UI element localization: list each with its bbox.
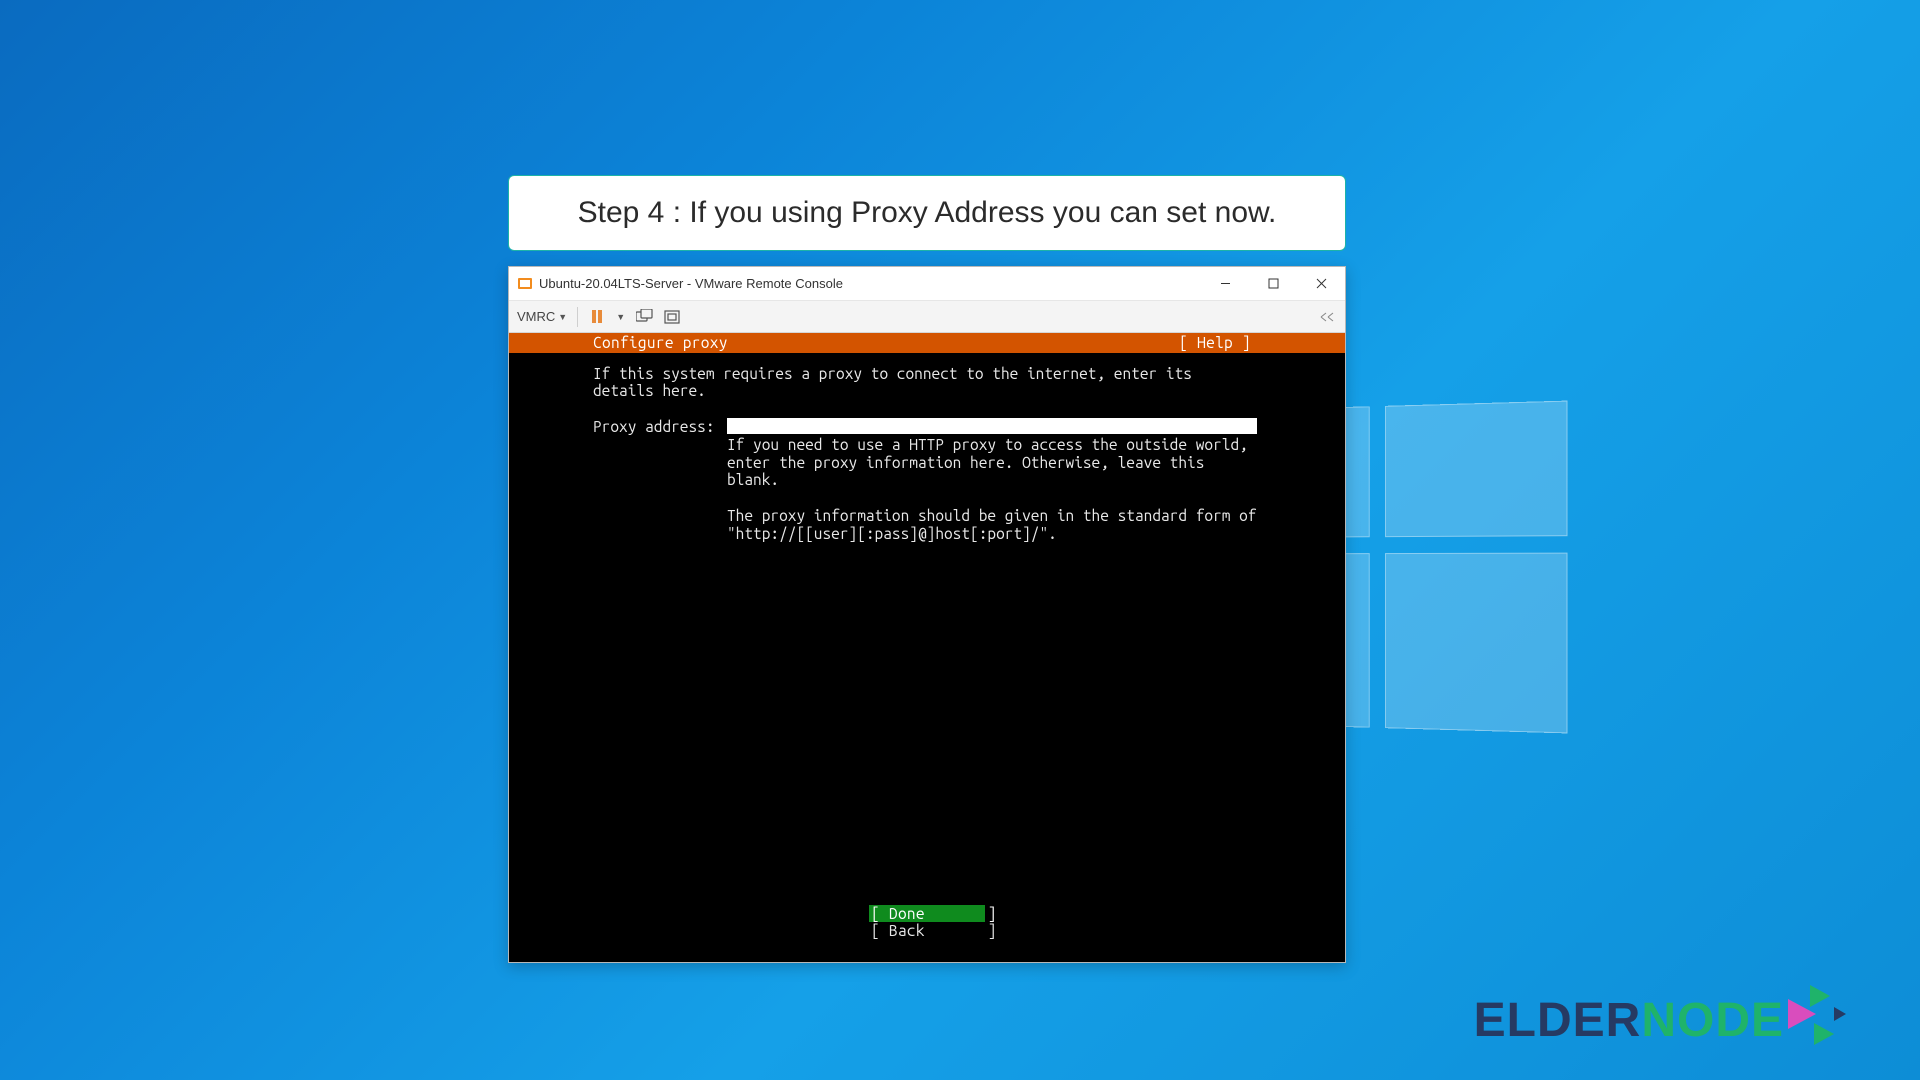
send-ctrl-alt-del-button[interactable]: [635, 308, 653, 326]
eldernode-watermark: Eldernode: [1474, 993, 1858, 1048]
installer-title: Configure proxy: [509, 334, 728, 352]
brand-part1: Elder: [1474, 993, 1642, 1048]
proxy-address-row: Proxy address: If you need to use a HTTP…: [593, 418, 1261, 560]
proxy-address-input[interactable]: [727, 418, 1257, 434]
connection-indicator-icon[interactable]: [1319, 308, 1337, 326]
vmrc-menu-label: VMRC: [517, 309, 555, 324]
chevron-down-icon[interactable]: ▼: [616, 312, 625, 322]
close-button[interactable]: [1297, 267, 1345, 301]
vmware-remote-console-window: Ubuntu-20.04LTS-Server - VMware Remote C…: [508, 266, 1346, 963]
help-button[interactable]: [ Help ]: [1179, 334, 1345, 352]
instruction-text: If this system requires a proxy to conne…: [593, 365, 1261, 400]
window-titlebar[interactable]: Ubuntu-20.04LTS-Server - VMware Remote C…: [509, 267, 1345, 301]
window-controls: [1201, 267, 1345, 301]
brand-play-icon: [1788, 993, 1858, 1048]
back-button[interactable]: [ Back ]: [869, 922, 985, 940]
installer-body: If this system requires a proxy to conne…: [509, 353, 1345, 561]
minimize-button[interactable]: [1201, 267, 1249, 301]
guest-console[interactable]: Configure proxy [ Help ] If this system …: [509, 333, 1345, 962]
window-title: Ubuntu-20.04LTS-Server - VMware Remote C…: [539, 276, 843, 291]
pause-button[interactable]: [588, 308, 606, 326]
proxy-address-label: Proxy address:: [593, 418, 727, 436]
toolbar-separator: [577, 307, 578, 327]
proxy-hint-1: If you need to use a HTTP proxy to acces…: [727, 436, 1261, 489]
annotation-text: Step 4 : If you using Proxy Address you …: [578, 196, 1277, 229]
step-annotation-banner: Step 4 : If you using Proxy Address you …: [508, 175, 1346, 251]
fullscreen-button[interactable]: [663, 308, 681, 326]
brand-part2: node: [1641, 993, 1784, 1048]
vmrc-toolbar: VMRC ▼ ▼: [509, 301, 1345, 333]
installer-header-bar: Configure proxy [ Help ]: [509, 333, 1345, 353]
vmrc-menu[interactable]: VMRC ▼: [517, 309, 567, 324]
done-button[interactable]: [ Done ]: [869, 905, 985, 923]
vmware-app-icon: [517, 276, 533, 292]
installer-nav: [ Done ] [ Back ]: [509, 905, 1345, 950]
proxy-hint-2: The proxy information should be given in…: [727, 507, 1261, 542]
maximize-button[interactable]: [1249, 267, 1297, 301]
chevron-down-icon: ▼: [558, 312, 567, 322]
